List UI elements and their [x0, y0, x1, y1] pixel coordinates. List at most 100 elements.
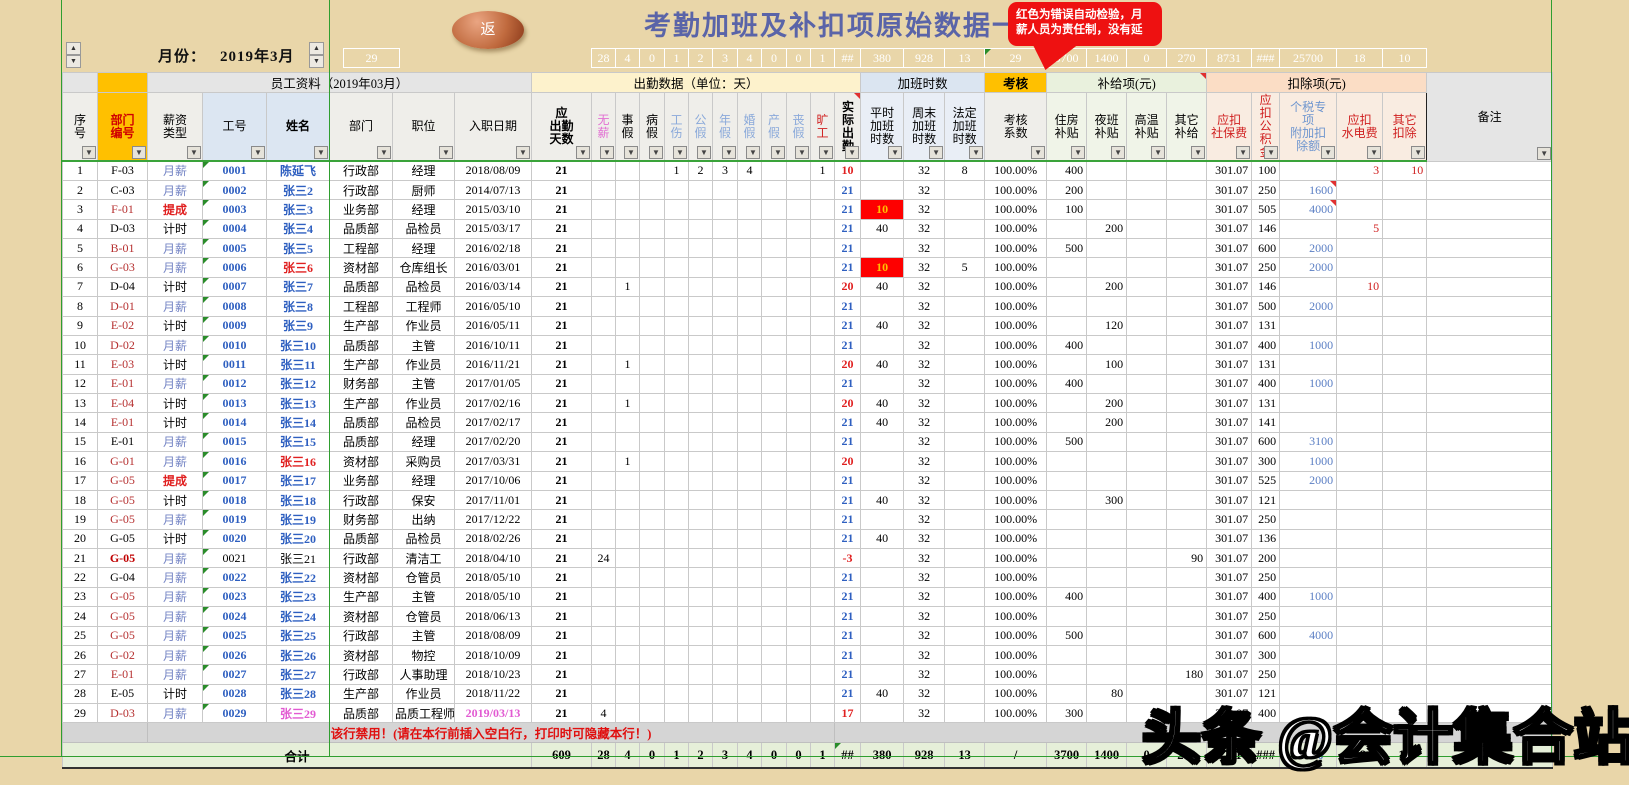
cell-leave-3[interactable]: [664, 567, 690, 588]
cell-leave-9[interactable]: [810, 296, 836, 317]
cell-required-days[interactable]: 21: [531, 683, 593, 705]
cell-other-deduct[interactable]: [1382, 373, 1428, 395]
filter-button[interactable]: ▼: [1264, 146, 1279, 159]
cell-leave-4[interactable]: [688, 644, 714, 666]
cell-emp-id[interactable]: 0020: [202, 528, 267, 550]
cell-pay-type[interactable]: 月薪: [147, 431, 203, 453]
cell-social[interactable]: 301.07: [1206, 644, 1253, 666]
cell-other-supp[interactable]: [1166, 567, 1208, 588]
cell-leave-8[interactable]: [786, 199, 812, 220]
spin-up-icon[interactable]: ▲: [66, 42, 81, 55]
cell-dept[interactable]: 品质部: [329, 218, 393, 240]
cell-housing[interactable]: [1046, 218, 1088, 240]
filter-button[interactable]: ▼: [624, 146, 639, 159]
cell-emp-id[interactable]: 0022: [202, 567, 267, 588]
cell-fund[interactable]: 250: [1251, 567, 1281, 588]
column-ot-legal[interactable]: 法定 加班 时数 ▼: [944, 92, 986, 162]
cell-utility[interactable]: [1336, 528, 1384, 550]
cell-leave-0[interactable]: [591, 334, 617, 356]
cell-ot-weekend[interactable]: 32: [903, 644, 946, 666]
cell-dept[interactable]: 行政部: [329, 489, 393, 511]
cell-social[interactable]: 301.07: [1206, 489, 1253, 511]
total-other-deduct[interactable]: 10: [1382, 742, 1428, 769]
cell-utility[interactable]: [1336, 606, 1384, 627]
cell-leave-6[interactable]: [737, 606, 763, 627]
cell-assess[interactable]: 100.00%: [984, 567, 1048, 588]
cell-leave-1[interactable]: [615, 199, 641, 220]
cell-required-days[interactable]: 21: [531, 664, 593, 685]
cell-position[interactable]: 仓管员: [392, 567, 455, 588]
cell-leave-0[interactable]: [591, 296, 617, 317]
cell-dept-code[interactable]: G-05: [97, 509, 148, 530]
cell-position[interactable]: 经理: [392, 237, 455, 259]
cell-leave-3[interactable]: [664, 509, 690, 530]
cell-assess[interactable]: 100.00%: [984, 334, 1048, 356]
cell-leave-9[interactable]: [810, 683, 836, 705]
cell-seq[interactable]: 15: [62, 431, 98, 453]
cell-seq[interactable]: 3: [62, 199, 98, 220]
cell-leave-2[interactable]: [639, 489, 666, 511]
cell-actual-days[interactable]: 21: [834, 179, 862, 201]
cell-fund[interactable]: 400: [1251, 334, 1281, 356]
cell-remark[interactable]: [1426, 218, 1554, 240]
cell-heat[interactable]: [1126, 528, 1168, 550]
cell-dept-code[interactable]: E-01: [97, 412, 148, 433]
cell-leave-7[interactable]: [761, 702, 788, 724]
cell-leave-4[interactable]: [688, 237, 714, 259]
cell-leave-8[interactable]: [786, 528, 812, 550]
cell-other-deduct[interactable]: [1382, 334, 1428, 356]
cell-ot-weekend[interactable]: 32: [903, 567, 946, 588]
cell-heat[interactable]: [1126, 702, 1168, 724]
cell-social[interactable]: 301.07: [1206, 528, 1253, 550]
cell-other-deduct[interactable]: [1382, 354, 1428, 375]
cell-housing[interactable]: [1046, 489, 1088, 511]
cell-leave-7[interactable]: [761, 489, 788, 511]
cell-pay-type[interactable]: 月薪: [147, 702, 203, 724]
filter-button[interactable]: ▼: [576, 146, 591, 159]
cell-ot-legal[interactable]: [944, 606, 986, 627]
cell-leave-0[interactable]: [591, 644, 617, 666]
cell-leave-4[interactable]: [688, 296, 714, 317]
cell-leave-3[interactable]: [664, 373, 690, 395]
filter-button[interactable]: ▼: [819, 146, 834, 159]
cell-ot-weekend[interactable]: 32: [903, 354, 946, 375]
cell-night[interactable]: 200: [1086, 276, 1128, 298]
cell-heat[interactable]: [1126, 683, 1168, 705]
cell-heat[interactable]: [1126, 489, 1168, 511]
cell-other-supp[interactable]: [1166, 276, 1208, 298]
cell-required-days[interactable]: 21: [531, 702, 593, 724]
filter-button[interactable]: ▼: [516, 146, 531, 159]
cell-ot-normal[interactable]: 40: [860, 315, 905, 336]
cell-tax-deduct[interactable]: 1000: [1279, 586, 1338, 608]
cell-name[interactable]: 张三7: [266, 276, 330, 298]
cell-other-deduct[interactable]: [1382, 276, 1428, 298]
total-leave-8[interactable]: 0: [786, 742, 812, 769]
cell-ot-normal[interactable]: [860, 702, 905, 724]
total-assess[interactable]: /: [984, 742, 1048, 769]
cell-leave-2[interactable]: [639, 606, 666, 627]
cell-leave-5[interactable]: [712, 547, 739, 569]
cell-leave-5[interactable]: [712, 451, 739, 472]
cell-leave-0[interactable]: [591, 276, 617, 298]
cell-leave-0[interactable]: [591, 470, 617, 491]
cell-ot-normal[interactable]: 10: [860, 199, 905, 220]
cell-fund[interactable]: 300: [1251, 451, 1281, 472]
cell-seq[interactable]: 25: [62, 625, 98, 646]
cell-name[interactable]: 张三11: [266, 354, 330, 375]
cell-leave-0[interactable]: [591, 392, 617, 414]
cell-housing[interactable]: 100: [1046, 199, 1088, 220]
spin-up-icon[interactable]: ▲: [309, 42, 324, 55]
cell-leave-2[interactable]: [639, 451, 666, 472]
cell-name[interactable]: 张三25: [266, 625, 330, 646]
cell-social[interactable]: 301.07: [1206, 451, 1253, 472]
cell-leave-4[interactable]: [688, 257, 714, 278]
cell-leave-2[interactable]: [639, 664, 666, 685]
cell-name[interactable]: 陈延飞: [266, 160, 330, 181]
cell-other-supp[interactable]: [1166, 373, 1208, 395]
cell-ot-weekend[interactable]: 32: [903, 431, 946, 453]
filter-button[interactable]: ▼: [969, 146, 984, 159]
cell-leave-8[interactable]: [786, 547, 812, 569]
cell-emp-id[interactable]: 0024: [202, 606, 267, 627]
cell-ot-weekend[interactable]: 32: [903, 547, 946, 569]
cell-remark[interactable]: [1426, 664, 1554, 685]
